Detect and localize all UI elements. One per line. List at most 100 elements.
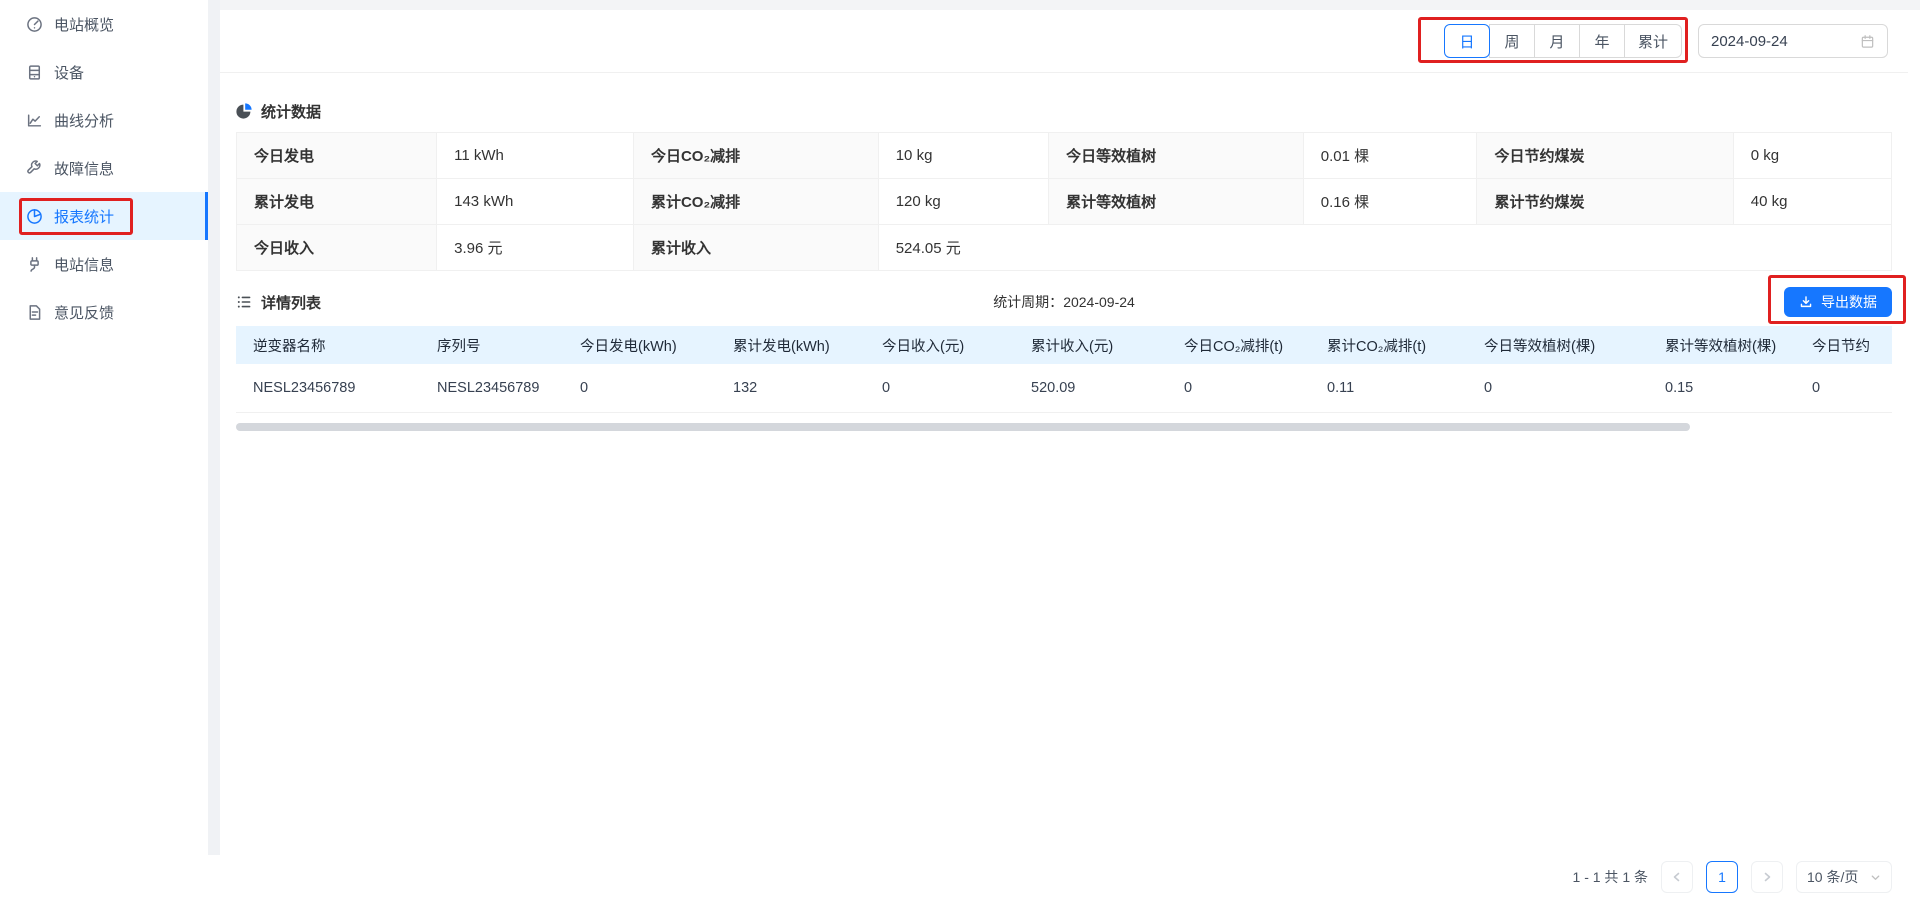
- table-row: NESL23456789 NESL23456789 0 132 0 520.09…: [236, 364, 1892, 413]
- cell-today-trees: 0: [1484, 364, 1665, 412]
- toolbar: 日 周 月 年 累计 2024-09-24: [220, 10, 1908, 73]
- pagination-total: 1 - 1 共 1 条: [1573, 867, 1648, 887]
- stat-label: 累计等效植树: [1049, 179, 1304, 225]
- horizontal-scrollbar-thumb[interactable]: [236, 423, 1690, 431]
- sidebar-item-label: 意见反馈: [54, 302, 114, 323]
- stat-value: 120 kg: [879, 179, 1049, 225]
- sidebar-item-station-overview[interactable]: 电站概览: [0, 0, 208, 48]
- statistic-period: 统计周期：2024-09-24: [236, 292, 1892, 312]
- column-header: 今日等效植树(棵): [1484, 326, 1665, 364]
- chevron-down-icon: [1870, 872, 1881, 883]
- cell-total-income: 520.09: [1031, 364, 1184, 412]
- stat-value: 3.96 元: [437, 225, 634, 271]
- wrench-icon: [26, 160, 43, 177]
- details-table-header-row: 逆变器名称 序列号 今日发电(kWh) 累计发电(kWh) 今日收入(元) 累计…: [236, 326, 1892, 364]
- tab-day-label: 日: [1459, 31, 1474, 52]
- main-content: 统计数据 今日发电 11 kWh 今日CO₂减排 10 kg 今日等效植树 0.…: [220, 73, 1908, 903]
- sidebar-item-curve-analysis[interactable]: 曲线分析: [0, 96, 208, 144]
- stat-label: 累计CO₂减排: [634, 179, 879, 225]
- date-picker-input[interactable]: 2024-09-24: [1698, 24, 1888, 58]
- device-rack-icon: [26, 64, 43, 81]
- page-size-value: 10 条/页: [1807, 867, 1858, 887]
- column-header: 序列号: [437, 326, 580, 364]
- chevron-right-icon: [1762, 872, 1772, 882]
- export-data-label: 导出数据: [1821, 292, 1877, 312]
- stat-value: 524.05 元: [879, 225, 1891, 271]
- sidebar-item-fault-info[interactable]: 故障信息: [0, 144, 208, 192]
- cell-serial-number: NESL23456789: [437, 364, 580, 412]
- stat-label: 累计节约煤炭: [1477, 179, 1733, 225]
- stat-value: 40 kg: [1734, 179, 1891, 225]
- column-header: 逆变器名称: [236, 326, 437, 364]
- sidebar-item-label: 故障信息: [54, 158, 114, 179]
- layout-top-band: [220, 0, 1920, 10]
- cell-total-generation: 132: [733, 364, 882, 412]
- tab-day[interactable]: 日: [1444, 24, 1490, 58]
- column-header: 累计等效植树(棵): [1665, 326, 1812, 364]
- stat-label: 今日节约煤炭: [1477, 133, 1733, 179]
- tab-year[interactable]: 年: [1579, 24, 1625, 58]
- cell-total-co2: 0.11: [1327, 364, 1484, 412]
- layout-gutter: [208, 0, 220, 855]
- statistic-period-value: 2024-09-24: [1063, 294, 1135, 310]
- stats-section-header: 统计数据: [236, 100, 1892, 122]
- line-chart-icon: [26, 112, 43, 129]
- cell-total-trees: 0.15: [1665, 364, 1812, 412]
- period-tab-group: 日 周 月 年 累计: [1444, 24, 1682, 58]
- tab-month-label: 月: [1549, 31, 1564, 52]
- stat-value: 0.01 棵: [1304, 133, 1478, 179]
- chevron-left-icon: [1672, 872, 1682, 882]
- pagination: 1 - 1 共 1 条 1 10 条/页: [1573, 861, 1892, 893]
- sidebar-item-label: 电站概览: [54, 14, 114, 35]
- tab-month[interactable]: 月: [1534, 24, 1580, 58]
- gauge-icon: [26, 16, 43, 33]
- export-data-button[interactable]: 导出数据: [1784, 287, 1892, 317]
- column-header: 今日节约: [1812, 326, 1892, 364]
- column-header: 今日收入(元): [882, 326, 1031, 364]
- stat-label: 今日CO₂减排: [634, 133, 879, 179]
- page-number-button[interactable]: 1: [1706, 861, 1738, 893]
- calendar-icon: [1860, 34, 1875, 49]
- sidebar-item-label: 曲线分析: [54, 110, 114, 131]
- page-size-select[interactable]: 10 条/页: [1796, 861, 1892, 893]
- tab-total-label: 累计: [1638, 31, 1668, 52]
- date-picker-value: 2024-09-24: [1711, 33, 1788, 50]
- column-header: 累计CO₂减排(t): [1327, 326, 1484, 364]
- cell-inverter-name: NESL23456789: [236, 364, 437, 412]
- feedback-form-icon: [26, 304, 43, 321]
- details-table: 逆变器名称 序列号 今日发电(kWh) 累计发电(kWh) 今日收入(元) 累计…: [236, 326, 1892, 413]
- sidebar-item-label: 报表统计: [54, 206, 114, 227]
- sidebar-item-report-statistics[interactable]: 报表统计: [0, 192, 208, 240]
- stat-label: 累计收入: [634, 225, 879, 271]
- sidebar-item-label: 电站信息: [54, 254, 114, 275]
- details-section-header: 详情列表 统计周期：2024-09-24 导出数据: [236, 287, 1892, 317]
- prev-page-button[interactable]: [1661, 861, 1693, 893]
- tab-week[interactable]: 周: [1489, 24, 1535, 58]
- horizontal-scrollbar-track[interactable]: [236, 423, 1892, 431]
- tab-year-label: 年: [1594, 31, 1609, 52]
- column-header: 今日发电(kWh): [580, 326, 733, 364]
- sidebar-item-devices[interactable]: 设备: [0, 48, 208, 96]
- cell-today-coal: 0: [1812, 364, 1892, 412]
- statistic-period-label: 统计周期：: [993, 294, 1063, 310]
- cell-today-generation: 0: [580, 364, 733, 412]
- tab-total[interactable]: 累计: [1624, 24, 1682, 58]
- cell-today-co2: 0: [1184, 364, 1327, 412]
- stat-label: 今日等效植树: [1049, 133, 1304, 179]
- stat-value: 10 kg: [879, 133, 1049, 179]
- stats-section-title: 统计数据: [261, 101, 321, 122]
- sidebar-item-station-info[interactable]: 电站信息: [0, 240, 208, 288]
- cell-today-income: 0: [882, 364, 1031, 412]
- stat-value: 11 kWh: [437, 133, 634, 179]
- sidebar: 电站概览 设备 曲线分析 故障信息 报表统计 电站信息 意见反馈: [0, 0, 208, 903]
- sidebar-item-label: 设备: [54, 62, 84, 83]
- stats-pie-icon: [236, 103, 252, 119]
- stat-label: 今日发电: [237, 133, 437, 179]
- plug-icon: [26, 256, 43, 273]
- stats-table: 今日发电 11 kWh 今日CO₂减排 10 kg 今日等效植树 0.01 棵 …: [236, 132, 1892, 271]
- next-page-button[interactable]: [1751, 861, 1783, 893]
- stat-value: 0.16 棵: [1304, 179, 1478, 225]
- column-header: 累计发电(kWh): [733, 326, 882, 364]
- sidebar-item-feedback[interactable]: 意见反馈: [0, 288, 208, 336]
- stat-label: 今日收入: [237, 225, 437, 271]
